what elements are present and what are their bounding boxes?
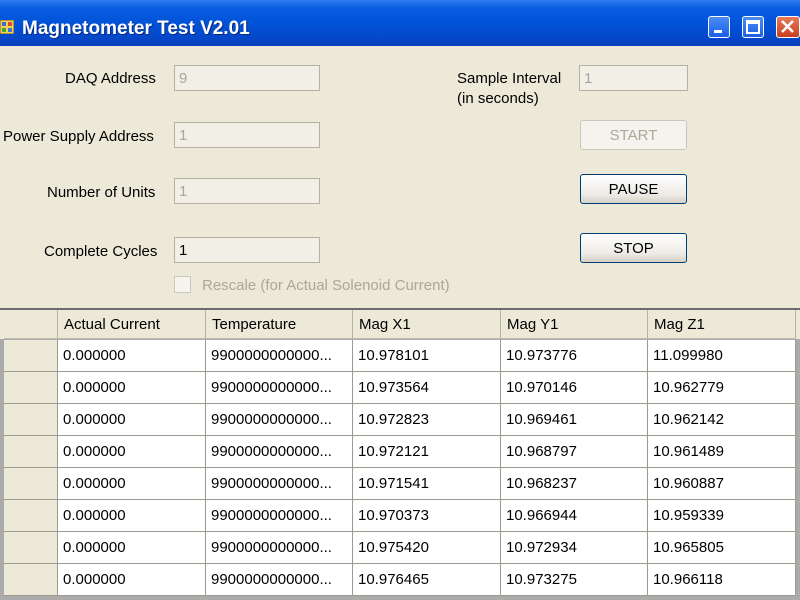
daq-address-label: DAQ Address (65, 70, 156, 87)
maximize-button[interactable] (742, 16, 764, 38)
cell-mag-x1[interactable]: 10.976465 (353, 564, 501, 596)
row-header[interactable] (4, 404, 58, 436)
table-row[interactable]: 0.000000 9900000000000... 10.978101 10.9… (0, 340, 800, 372)
complete-cycles-label: Complete Cycles (44, 243, 158, 260)
cell-temperature[interactable]: 9900000000000... (206, 340, 353, 372)
cell-temperature[interactable]: 9900000000000... (206, 564, 353, 596)
pause-button[interactable]: PAUSE (580, 174, 687, 204)
table-row[interactable]: 0.000000 9900000000000... 10.976465 10.9… (0, 564, 800, 596)
column-header-mag-x1[interactable]: Mag X1 (353, 310, 501, 339)
rescale-checkbox[interactable] (174, 276, 191, 293)
minimize-button[interactable] (708, 16, 730, 38)
row-header[interactable] (4, 564, 58, 596)
cell-actual-current[interactable]: 0.000000 (58, 340, 206, 372)
table-row[interactable]: 0.000000 9900000000000... 10.970373 10.9… (0, 500, 800, 532)
cell-actual-current[interactable]: 0.000000 (58, 564, 206, 596)
power-supply-address-label: Power Supply Address (3, 128, 154, 145)
cell-mag-x1[interactable]: 10.973564 (353, 372, 501, 404)
row-header[interactable] (4, 532, 58, 564)
cell-temperature[interactable]: 9900000000000... (206, 404, 353, 436)
cell-actual-current[interactable]: 0.000000 (58, 468, 206, 500)
column-header-mag-z1[interactable]: Mag Z1 (648, 310, 796, 339)
cell-mag-y1[interactable]: 10.969461 (501, 404, 648, 436)
cell-mag-z1[interactable]: 10.962142 (648, 404, 796, 436)
cell-mag-y1[interactable]: 10.973776 (501, 340, 648, 372)
app-window-icon[interactable] (0, 19, 15, 35)
table-row[interactable]: 0.000000 9900000000000... 10.971541 10.9… (0, 468, 800, 500)
cell-mag-z1[interactable]: 10.966118 (648, 564, 796, 596)
table-row[interactable]: 0.000000 9900000000000... 10.973564 10.9… (0, 372, 800, 404)
cell-temperature[interactable]: 9900000000000... (206, 500, 353, 532)
cell-mag-z1[interactable]: 10.962779 (648, 372, 796, 404)
cell-mag-x1[interactable]: 10.971541 (353, 468, 501, 500)
start-button[interactable]: START (580, 120, 687, 150)
number-of-units-field[interactable] (174, 178, 320, 204)
row-header[interactable] (4, 372, 58, 404)
cell-actual-current[interactable]: 0.000000 (58, 500, 206, 532)
cell-temperature[interactable]: 9900000000000... (206, 468, 353, 500)
cell-temperature[interactable]: 9900000000000... (206, 436, 353, 468)
cell-mag-y1[interactable]: 10.972934 (501, 532, 648, 564)
cell-actual-current[interactable]: 0.000000 (58, 372, 206, 404)
daq-address-field[interactable] (174, 65, 320, 91)
complete-cycles-field[interactable] (174, 237, 320, 263)
stop-button[interactable]: STOP (580, 233, 687, 263)
cell-mag-x1[interactable]: 10.975420 (353, 532, 501, 564)
cell-actual-current[interactable]: 0.000000 (58, 532, 206, 564)
minimize-icon (714, 30, 722, 33)
close-icon (781, 20, 794, 33)
row-header[interactable] (4, 436, 58, 468)
column-header-temperature[interactable]: Temperature (206, 310, 353, 339)
row-header[interactable] (4, 468, 58, 500)
window-title: Magnetometer Test V2.01 (22, 18, 250, 39)
column-header-mag-y1[interactable]: Mag Y1 (501, 310, 648, 339)
sample-interval-field[interactable] (579, 65, 688, 91)
cell-mag-x1[interactable]: 10.978101 (353, 340, 501, 372)
cell-mag-y1[interactable]: 10.968797 (501, 436, 648, 468)
cell-mag-y1[interactable]: 10.966944 (501, 500, 648, 532)
sample-interval-unit-label: (in seconds) (457, 90, 539, 107)
row-header[interactable] (4, 500, 58, 532)
cell-mag-z1[interactable]: 10.959339 (648, 500, 796, 532)
cell-mag-y1[interactable]: 10.968237 (501, 468, 648, 500)
grid-corner-header[interactable] (4, 310, 58, 339)
cell-mag-y1[interactable]: 10.970146 (501, 372, 648, 404)
cell-mag-z1[interactable]: 10.965805 (648, 532, 796, 564)
row-header[interactable] (4, 340, 58, 372)
close-button[interactable] (776, 16, 800, 38)
number-of-units-label: Number of Units (47, 184, 156, 201)
cell-actual-current[interactable]: 0.000000 (58, 436, 206, 468)
table-row[interactable]: 0.000000 9900000000000... 10.972823 10.9… (0, 404, 800, 436)
cell-mag-z1[interactable]: 10.960887 (648, 468, 796, 500)
cell-mag-z1[interactable]: 10.961489 (648, 436, 796, 468)
cell-mag-x1[interactable]: 10.972823 (353, 404, 501, 436)
cell-mag-x1[interactable]: 10.970373 (353, 500, 501, 532)
power-supply-address-field[interactable] (174, 122, 320, 148)
data-grid[interactable]: Actual Current Temperature Mag X1 Mag Y1… (0, 308, 800, 600)
title-bar[interactable]: Magnetometer Test V2.01 (0, 0, 800, 46)
cell-temperature[interactable]: 9900000000000... (206, 532, 353, 564)
sample-interval-label: Sample Interval (457, 70, 562, 87)
cell-mag-y1[interactable]: 10.973275 (501, 564, 648, 596)
maximize-icon (746, 20, 760, 34)
cell-actual-current[interactable]: 0.000000 (58, 404, 206, 436)
cell-mag-z1[interactable]: 11.099980 (648, 340, 796, 372)
grid-header: Actual Current Temperature Mag X1 Mag Y1… (0, 310, 800, 339)
cell-mag-x1[interactable]: 10.972121 (353, 436, 501, 468)
cell-temperature[interactable]: 9900000000000... (206, 372, 353, 404)
column-header-actual-current[interactable]: Actual Current (58, 310, 206, 339)
table-row[interactable]: 0.000000 9900000000000... 10.975420 10.9… (0, 532, 800, 564)
table-row[interactable]: 0.000000 9900000000000... 10.972121 10.9… (0, 436, 800, 468)
rescale-label: Rescale (for Actual Solenoid Current) (202, 277, 450, 294)
